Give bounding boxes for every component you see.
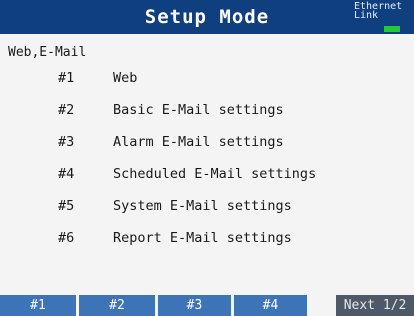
menu-item-label: Scheduled E-Mail settings	[113, 166, 317, 182]
menu-item-alarm-email[interactable]: #3 Alarm E-Mail settings	[0, 130, 380, 154]
link-led-icon	[384, 26, 400, 32]
menu-item-system-email[interactable]: #5 System E-Mail settings	[0, 194, 380, 218]
menu-item-number: #6	[58, 230, 75, 246]
menu-item-basic-email[interactable]: #2 Basic E-Mail settings	[0, 98, 380, 122]
menu-item-label: Alarm E-Mail settings	[113, 134, 284, 150]
menu-item-label: System E-Mail settings	[113, 198, 292, 214]
menu-item-number: #2	[58, 102, 75, 118]
menu-item-label: Web	[113, 70, 138, 86]
page-title: Setup Mode	[144, 6, 270, 28]
section-title: Web,E-Mail	[8, 45, 87, 60]
softkey-1[interactable]: #1	[0, 295, 76, 316]
title-bar: Setup Mode Ethernet Link	[0, 0, 414, 34]
menu-item-label: Report E-Mail settings	[113, 230, 292, 246]
softkey-4[interactable]: #4	[234, 295, 307, 316]
menu-item-number: #5	[58, 198, 75, 214]
softkey-next[interactable]: Next 1/2	[336, 295, 414, 316]
link-label: Link	[354, 10, 379, 21]
softkey-3[interactable]: #3	[158, 295, 231, 316]
softkey-bar: #1 #2 #3 #4 Next 1/2	[0, 295, 414, 316]
ethernet-status: Ethernet Link	[354, 2, 408, 32]
softkey-5	[310, 295, 334, 316]
menu-item-number: #3	[58, 134, 75, 150]
menu-item-number: #4	[58, 166, 75, 182]
menu-item-label: Basic E-Mail settings	[113, 102, 284, 118]
menu-item-scheduled-email[interactable]: #4 Scheduled E-Mail settings	[0, 162, 380, 186]
setup-screen: Setup Mode Ethernet Link Web,E-Mail #1 W…	[0, 0, 414, 316]
menu-item-number: #1	[58, 70, 75, 86]
menu-item-report-email[interactable]: #6 Report E-Mail settings	[0, 226, 380, 250]
menu-item-web[interactable]: #1 Web	[0, 66, 380, 90]
softkey-2[interactable]: #2	[79, 295, 155, 316]
